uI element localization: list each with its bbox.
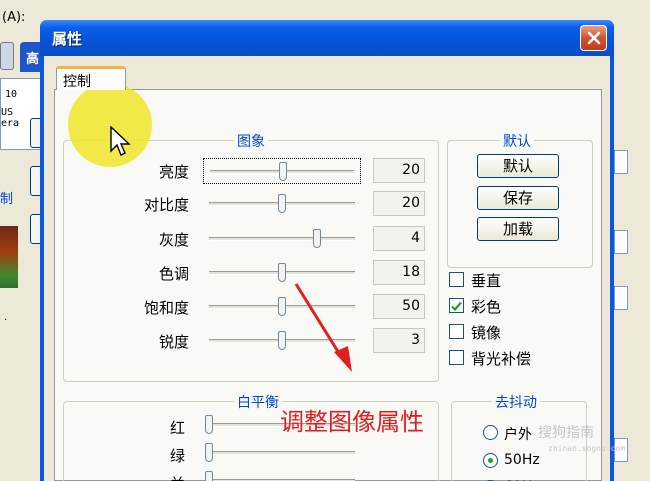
dialog-title: 属性 [52,30,83,48]
wb-row-label: 兰 [115,473,185,481]
image-row-label: 色调 [158,265,189,283]
image-row-value: 3 [373,328,425,353]
slider-thumb[interactable] [278,263,286,282]
bg-color-swatch [0,226,18,288]
slider-thumb[interactable] [205,415,213,434]
bg-field[interactable] [614,286,628,310]
slider-thumb[interactable] [312,229,321,248]
slider-thumb[interactable] [278,331,286,350]
radio-circle[interactable] [483,425,498,440]
checkbox-box[interactable] [449,324,464,339]
red-arrow-icon [294,283,352,372]
radio-label: 户外 [504,427,532,443]
close-button[interactable] [580,25,607,51]
checkbox-box[interactable] [449,272,464,287]
wb-row-slider[interactable] [199,440,361,466]
bg-menu-label: (A): [2,10,26,25]
camera-icon [0,42,14,70]
tab-control[interactable]: 控制 [56,66,126,90]
radio-label: 50Hz [504,452,540,468]
checkbox-label: 垂直 [471,272,502,290]
save-button[interactable]: 保存 [477,186,559,210]
slider-thumb[interactable] [278,297,286,316]
wb-row-slider[interactable] [199,468,361,481]
slider-thumb[interactable] [205,471,213,481]
image-row-value: 18 [373,260,425,285]
checkbox-box[interactable] [449,350,464,365]
bg-right-panel [614,30,650,481]
white-balance-title: 白平衡 [234,392,282,412]
radio-dot [488,458,493,463]
slider-track [205,451,355,455]
image-row-slider[interactable] [203,158,361,184]
image-row-label: 对比度 [143,196,189,214]
checkbox-label: 彩色 [471,298,502,316]
radio-circle[interactable] [483,453,498,468]
bg-field[interactable] [614,150,628,174]
image-row-slider[interactable] [203,191,361,217]
bg-text-line: US era [1,107,20,129]
image-row-value: 4 [373,226,425,251]
checkbox-box[interactable] [449,298,464,313]
image-row-slider[interactable] [203,226,361,252]
image-group-title: 图象 [234,131,268,151]
close-icon [587,31,601,45]
slider-track [209,237,355,241]
bg-dot: . [4,312,8,323]
wb-row-label: 红 [169,419,185,437]
image-row-value: 20 [373,191,425,216]
checkbox-label: 背光补偿 [471,350,532,368]
slider-thumb[interactable] [279,162,287,181]
slider-thumb[interactable] [278,194,286,213]
mouse-cursor-icon [110,126,131,156]
watermark-url: zhinan.sogou.com [548,444,626,453]
wb-row-label: 绿 [169,447,185,465]
image-row-label: 饱和度 [143,299,189,317]
default-group-title: 默认 [500,131,534,151]
image-row-label: 亮度 [158,163,189,181]
load-button[interactable]: 加载 [477,217,559,241]
checkbox-label: 镜像 [471,324,502,342]
default-button[interactable]: 默认 [477,154,559,178]
image-row-label: 锐度 [158,333,189,351]
annotation-text: 调整图像属性 [280,408,424,436]
bg-text-line: 10 [5,89,18,100]
check-icon [451,301,462,312]
dialog-titlebar[interactable]: 属性 [40,20,614,56]
anti-flicker-title: 去抖动 [492,392,540,412]
bg-side-label: 制 [0,192,14,207]
image-row-value: 20 [373,158,425,183]
image-row-value: 50 [373,294,425,319]
slider-thumb[interactable] [205,443,213,462]
watermark: 搜狗指南 [538,425,594,441]
image-row-label: 灰度 [158,231,189,249]
bg-field[interactable] [614,230,628,254]
